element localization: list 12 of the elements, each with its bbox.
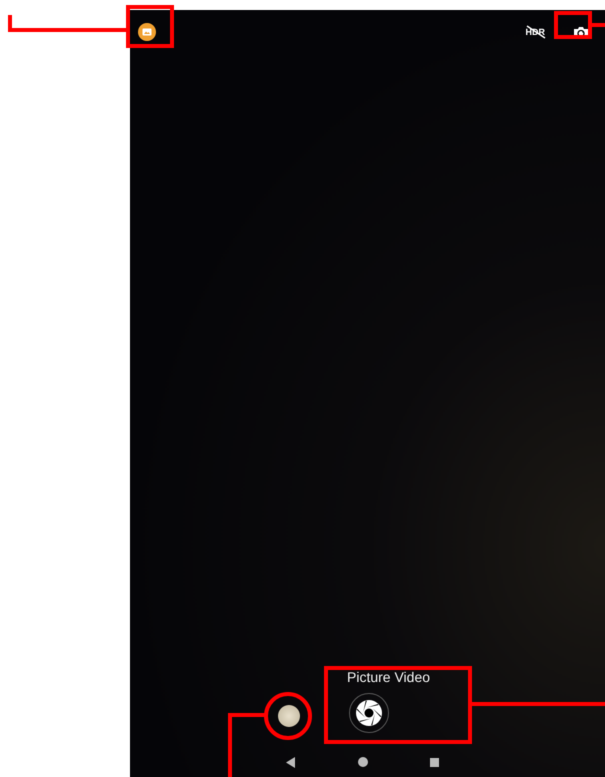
highlight-frame xyxy=(126,5,174,48)
home-icon[interactable] xyxy=(358,757,368,767)
back-icon[interactable] xyxy=(286,756,296,768)
gallery-button[interactable] xyxy=(138,23,156,41)
recents-icon[interactable] xyxy=(430,758,439,766)
last-photo-thumbnail[interactable] xyxy=(278,705,300,727)
highlight-circle xyxy=(264,692,312,740)
highlight-frame xyxy=(554,11,592,39)
shutter-button[interactable] xyxy=(349,693,389,733)
mode-labels[interactable]: Picture Video xyxy=(347,669,430,685)
image-icon xyxy=(142,28,152,36)
aperture-icon xyxy=(355,699,383,727)
